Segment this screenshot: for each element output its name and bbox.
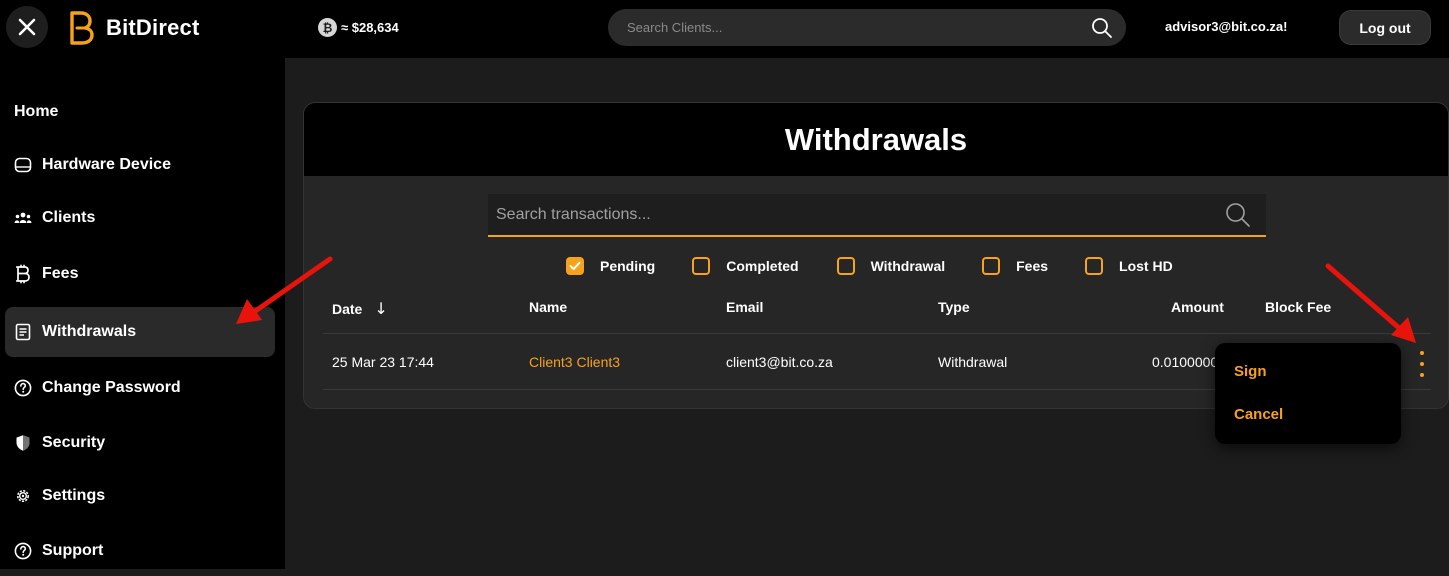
btc-price-ticker: ₿ ≈ $28,634 (318, 18, 399, 37)
checkbox-unchecked[interactable] (1085, 257, 1104, 275)
sidebar-item-settings[interactable]: Settings (5, 471, 275, 521)
table-divider (323, 333, 1431, 334)
bitcoin-icon (14, 264, 32, 284)
sidebar-item-label: Fees (42, 265, 79, 282)
column-header-amount[interactable]: Amount (1171, 299, 1224, 315)
cell-date: 25 Mar 23 17:44 (332, 354, 434, 370)
row-actions-menu: Sign Cancel (1215, 343, 1401, 444)
shield-icon (14, 434, 32, 452)
filter-label: Fees (1016, 258, 1049, 274)
sidebar-item-label: Support (42, 542, 104, 559)
btc-price-value: ≈ $28,634 (341, 20, 399, 35)
sign-menu-item[interactable]: Sign (1234, 363, 1267, 380)
bitcoin-coin-icon: ₿ (318, 18, 337, 37)
column-header-label: Date (332, 300, 363, 317)
sidebar-item-label: Hardware Device (42, 156, 171, 173)
sidebar-item-label: Withdrawals (42, 323, 137, 340)
column-header-type[interactable]: Type (938, 299, 970, 315)
withdrawals-icon (14, 323, 32, 341)
page-title: Withdrawals (784, 121, 968, 157)
sidebar-item-label: Home (14, 103, 59, 120)
sidebar-item-withdrawals[interactable]: Withdrawals (5, 307, 275, 357)
cell-type: Withdrawal (938, 354, 1008, 370)
checkbox-unchecked[interactable] (982, 257, 1001, 275)
sidebar: Home Hardware Device Clients Fees Withdr… (0, 58, 285, 569)
hardware-device-icon (14, 156, 32, 174)
client-search-bar (608, 9, 1126, 46)
transaction-search-input[interactable] (496, 205, 1224, 224)
bitdirect-logo-icon (70, 11, 94, 45)
user-email: advisor3@bit.co.za! (1165, 19, 1288, 34)
brand-name: BitDirect (106, 15, 200, 40)
filter-label: Completed (726, 258, 799, 274)
filter-fees[interactable]: Fees (982, 257, 1048, 275)
column-header-name[interactable]: Name (529, 299, 567, 315)
search-icon[interactable] (1090, 16, 1114, 40)
row-more-options-icon[interactable] (1417, 351, 1427, 377)
top-bar: BitDirect ₿ ≈ $28,634 advisor3@bit.co.za… (0, 0, 1449, 58)
transaction-search-bar (488, 194, 1266, 237)
filter-lost-hd[interactable]: Lost HD (1085, 257, 1173, 275)
sidebar-item-home[interactable]: Home (5, 87, 275, 137)
filter-checkboxes: Pending Completed Withdrawal Fees Lost H… (566, 257, 1173, 275)
withdrawals-header: Withdrawals (304, 103, 1448, 176)
sidebar-item-label: Security (42, 434, 106, 451)
checkbox-unchecked[interactable] (836, 257, 855, 275)
support-icon (14, 542, 32, 560)
clients-icon (14, 209, 32, 227)
question-icon (14, 379, 32, 397)
search-icon[interactable] (1224, 201, 1252, 229)
filter-completed[interactable]: Completed (692, 257, 799, 275)
filter-withdrawal[interactable]: Withdrawal (836, 257, 946, 275)
column-header-date[interactable]: Date ↓ (332, 299, 388, 318)
checkbox-unchecked[interactable] (692, 257, 711, 275)
gear-icon (14, 487, 32, 505)
sidebar-item-label: Clients (42, 209, 96, 226)
close-icon (18, 18, 36, 36)
filter-pending[interactable]: Pending (566, 257, 655, 275)
cell-amount: 0.0100000 (1152, 354, 1219, 370)
filter-label: Lost HD (1119, 258, 1173, 274)
sidebar-item-fees[interactable]: Fees (5, 249, 275, 299)
sidebar-item-label: Change Password (42, 379, 181, 396)
cell-email: client3@bit.co.za (726, 354, 833, 370)
filter-label: Withdrawal (870, 258, 946, 274)
cell-client-name-link[interactable]: Client3 Client3 (529, 354, 620, 370)
column-header-email[interactable]: Email (726, 299, 763, 315)
checkmark-icon (569, 261, 581, 270)
logout-button[interactable]: Log out (1339, 10, 1431, 45)
column-header-block-fee[interactable]: Block Fee (1265, 299, 1331, 315)
sidebar-item-security[interactable]: Security (5, 418, 275, 468)
sidebar-item-change-password[interactable]: Change Password (5, 363, 275, 413)
sidebar-item-label: Settings (42, 487, 106, 504)
client-search-input[interactable] (627, 20, 1090, 35)
sidebar-item-hardware-device[interactable]: Hardware Device (5, 140, 275, 190)
close-button[interactable] (6, 6, 48, 48)
filter-label: Pending (600, 258, 656, 274)
brand-logo[interactable]: BitDirect (66, 10, 200, 46)
cancel-menu-item[interactable]: Cancel (1234, 406, 1283, 423)
sidebar-item-clients[interactable]: Clients (5, 193, 275, 243)
checkbox-checked[interactable] (566, 257, 584, 275)
sort-down-icon[interactable]: ↓ (374, 299, 387, 318)
